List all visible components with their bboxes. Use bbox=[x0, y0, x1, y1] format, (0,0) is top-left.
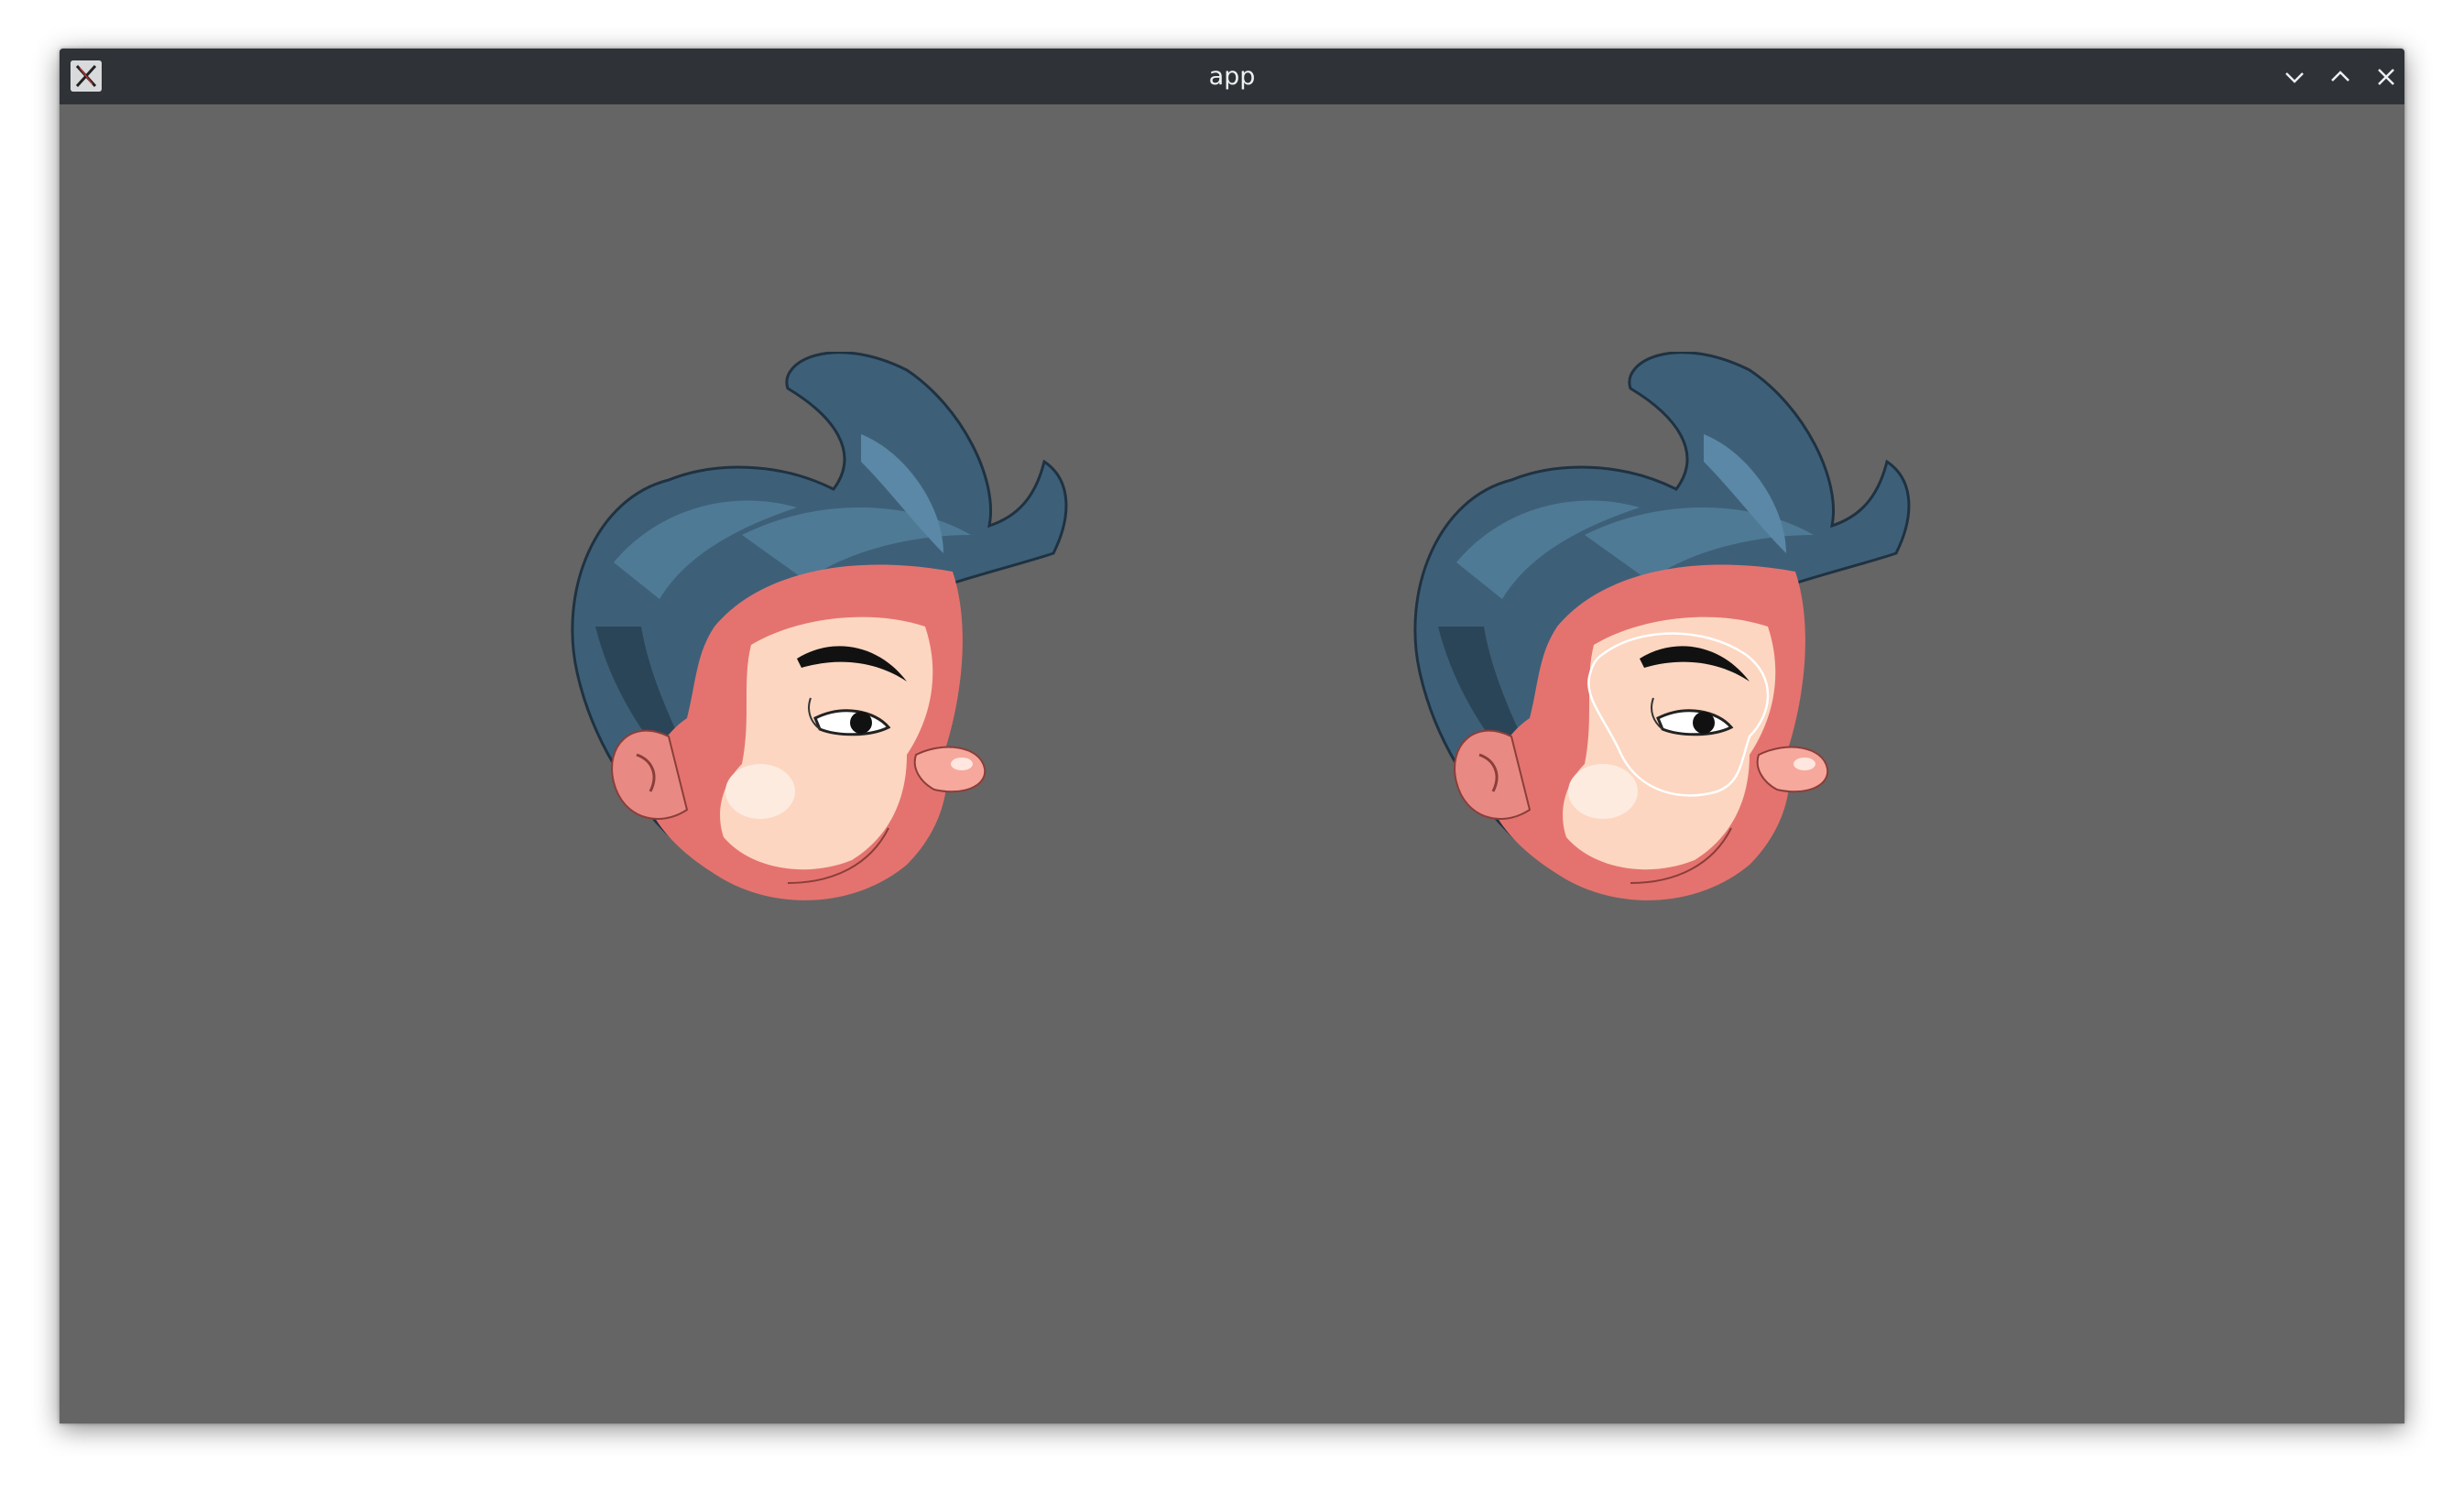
chevron-down-icon bbox=[2285, 72, 2304, 83]
maximize-button[interactable] bbox=[2325, 61, 2356, 93]
chevron-up-icon bbox=[2331, 71, 2350, 82]
canvas-area[interactable] bbox=[60, 104, 2404, 1423]
minimize-button[interactable] bbox=[2279, 61, 2310, 93]
window-title: app bbox=[1208, 62, 1256, 91]
title-bar[interactable]: app bbox=[60, 49, 2404, 104]
close-icon bbox=[2378, 69, 2394, 85]
cartoon-head-sprite-highlighted bbox=[1401, 351, 1914, 911]
close-button[interactable] bbox=[2371, 61, 2402, 93]
cartoon-head-sprite bbox=[559, 351, 1072, 911]
app-window: app bbox=[60, 49, 2404, 1423]
